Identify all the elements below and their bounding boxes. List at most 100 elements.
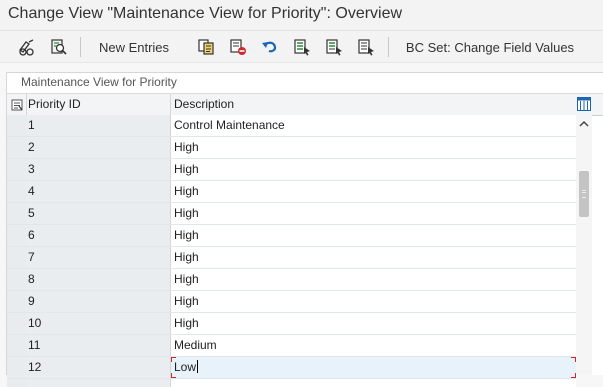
where-used-button[interactable] — [48, 36, 70, 58]
description-value: High — [174, 228, 199, 242]
row-selector[interactable] — [7, 181, 27, 202]
priority-id-cell: 12 — [26, 357, 171, 378]
row-selector[interactable] — [7, 247, 27, 268]
description-input[interactable]: High — [171, 159, 576, 180]
deselect-all-icon — [358, 39, 374, 56]
deselect-all-button[interactable] — [355, 36, 377, 58]
where-used-icon — [51, 39, 67, 55]
priority-id-cell: 11 — [26, 335, 171, 356]
priority-id-cell — [26, 379, 171, 387]
copy-button[interactable] — [195, 36, 217, 58]
description-value: Medium — [174, 338, 217, 352]
delete-button[interactable] — [227, 36, 249, 58]
table-row[interactable]: 6 High — [7, 225, 576, 247]
description-value: High — [174, 250, 199, 264]
table-row[interactable]: 3 High — [7, 159, 576, 181]
chevron-up-icon — [579, 120, 589, 127]
description-value: High — [174, 206, 199, 220]
table-row[interactable]: 9 High — [7, 291, 576, 313]
row-selector[interactable] — [7, 291, 27, 312]
undo-icon — [262, 41, 277, 53]
description-input[interactable]: High — [171, 225, 576, 246]
description-value: High — [174, 140, 199, 154]
row-selector[interactable] — [7, 335, 27, 356]
priority-id-cell: 4 — [26, 181, 171, 202]
vertical-scrollbar[interactable] — [576, 115, 592, 375]
select-all-rows-button[interactable] — [7, 94, 27, 115]
description-input[interactable]: High — [171, 137, 576, 158]
table-row[interactable]: 7 High — [7, 247, 576, 269]
priority-id-cell: 1 — [26, 115, 171, 136]
new-entries-label: New Entries — [98, 39, 170, 55]
scroll-grip — [582, 192, 586, 193]
row-selector[interactable] — [7, 269, 27, 290]
select-all-rows-icon — [11, 99, 22, 110]
toolbar-separator — [80, 37, 81, 57]
priority-id-cell: 6 — [26, 225, 171, 246]
row-selector[interactable] — [7, 137, 27, 158]
scroll-thumb[interactable] — [579, 171, 589, 217]
description-input[interactable] — [171, 379, 576, 387]
table-row-empty[interactable] — [7, 379, 576, 387]
table-row[interactable]: 1 Control Maintenance — [7, 115, 576, 137]
row-selector[interactable] — [7, 159, 27, 180]
row-selector[interactable] — [7, 115, 27, 136]
display-change-button[interactable] — [16, 36, 38, 58]
panel-title: Maintenance View for Priority — [21, 75, 177, 89]
table-settings-button[interactable] — [576, 96, 592, 112]
column-header-priority-id[interactable]: Priority ID — [26, 94, 171, 115]
table-row[interactable]: 5 High — [7, 203, 576, 225]
description-value: Control Maintenance — [174, 118, 285, 132]
description-value: High — [174, 184, 199, 198]
row-selector[interactable] — [7, 225, 27, 246]
description-input[interactable]: Control Maintenance — [171, 115, 576, 136]
priority-id-cell: 8 — [26, 269, 171, 290]
description-input[interactable]: High — [171, 247, 576, 268]
table-row[interactable]: 10 High — [7, 313, 576, 335]
description-input[interactable]: High — [171, 203, 576, 224]
table-row[interactable]: 4 High — [7, 181, 576, 203]
scroll-up-button[interactable] — [576, 115, 592, 133]
priority-id-cell: 10 — [26, 313, 171, 334]
select-all-button[interactable] — [291, 36, 313, 58]
row-selector[interactable] — [7, 203, 27, 224]
description-input[interactable]: High — [171, 291, 576, 312]
bc-set-change-field-values-button[interactable]: BC Set: Change Field Values — [400, 36, 580, 58]
column-header-description[interactable]: Description — [171, 94, 576, 115]
undo-button[interactable] — [259, 36, 281, 58]
maintenance-view-panel: Maintenance View for Priority Priority I… — [6, 72, 603, 387]
description-input[interactable]: Low — [171, 357, 576, 378]
description-input[interactable]: Medium — [171, 335, 576, 356]
description-input[interactable]: High — [171, 313, 576, 334]
window-title: Change View "Maintenance View for Priori… — [8, 5, 403, 22]
table-row[interactable]: 8 High — [7, 269, 576, 291]
description-input[interactable]: High — [171, 181, 576, 202]
priority-id-cell: 9 — [26, 291, 171, 312]
description-value: High — [174, 272, 199, 286]
row-selector[interactable] — [7, 379, 27, 387]
row-selector[interactable] — [7, 313, 27, 334]
new-entries-button[interactable]: New Entries — [94, 36, 174, 58]
description-input[interactable]: High — [171, 269, 576, 290]
toolbar-separator — [388, 37, 389, 57]
application-toolbar: New Entries BC Set: Change Field Values — [0, 31, 603, 63]
title-bar: Change View "Maintenance View for Priori… — [0, 0, 603, 31]
priority-id-cell: 5 — [26, 203, 171, 224]
row-selector[interactable] — [7, 357, 27, 378]
table-row[interactable]: 11 Medium — [7, 335, 576, 357]
table-row[interactable]: 12 Low — [7, 357, 576, 379]
select-all-icon — [294, 39, 310, 56]
description-value: Low — [174, 360, 197, 374]
priority-id-cell: 7 — [26, 247, 171, 268]
table-header: Priority ID Description — [7, 93, 603, 116]
table-control: Priority ID Description 1 Control Mainten… — [7, 93, 603, 387]
table-body: 1 Control Maintenance 2 High 3 High 4 High 5 High… — [7, 115, 576, 387]
table-settings-icon — [577, 97, 591, 111]
copy-icon — [198, 39, 214, 55]
delete-icon — [230, 39, 246, 55]
text-cursor — [197, 360, 199, 373]
select-block-button[interactable] — [323, 36, 345, 58]
select-block-icon — [326, 39, 342, 56]
table-row[interactable]: 2 High — [7, 137, 576, 159]
description-value: High — [174, 162, 199, 176]
